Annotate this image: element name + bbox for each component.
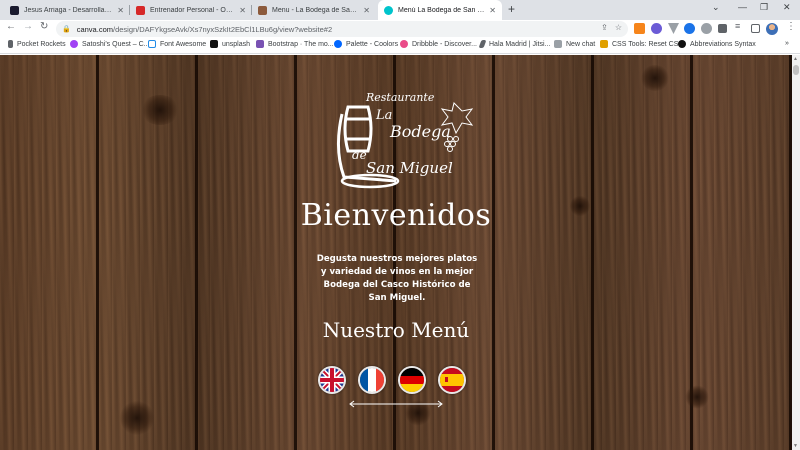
wood-knot: [140, 95, 180, 125]
bookmark-satoshis-quest[interactable]: Satoshi's Quest – C...: [70, 40, 149, 48]
logo-san-miguel-text: San Miguel: [366, 159, 453, 177]
language-selector: [318, 366, 470, 394]
tab-favicon-icon: [258, 5, 267, 15]
tab-2[interactable]: Entrenador Personal - Online - Fit ✕: [130, 0, 252, 20]
dribbble-icon: [400, 40, 408, 48]
scrollbar-thumb[interactable]: [793, 65, 799, 75]
jitsi-icon: [478, 40, 487, 48]
tab-title: Menú La Bodega de San Miguel: [398, 6, 485, 14]
avatar[interactable]: [766, 23, 778, 35]
uk-flag-icon[interactable]: [318, 366, 346, 394]
wood-knot: [685, 385, 709, 409]
bookmark-pocket-rockets[interactable]: Pocket Rockets: [8, 40, 66, 48]
welcome-heading: Bienvenidos: [300, 198, 492, 233]
extension-icon[interactable]: [684, 23, 695, 34]
bookmark-abbreviations[interactable]: Abbreviations Syntax: [678, 40, 756, 48]
more-bookmarks-icon[interactable]: »: [785, 40, 789, 47]
barrel-icon: [343, 105, 373, 153]
minimize-icon[interactable]: —: [738, 2, 747, 12]
bookmark-new-chat[interactable]: New chat: [554, 40, 595, 48]
scroll-up-icon[interactable]: ▲: [793, 56, 798, 62]
website-page: Restaurante La Bodega de San Miguel Bien…: [0, 55, 792, 450]
bookmark-bootstrap[interactable]: Bootstrap · The mo...: [256, 40, 334, 48]
chat-icon: [554, 40, 562, 48]
close-tab-icon[interactable]: ✕: [363, 6, 370, 15]
coolors-icon: [334, 40, 342, 48]
vue-devtools-icon[interactable]: [668, 23, 679, 34]
logo-de-text: de: [352, 148, 367, 162]
more-menu-icon[interactable]: ⋮: [786, 21, 796, 32]
bookmark-css-tools[interactable]: CSS Tools: Reset CSS: [600, 40, 683, 48]
side-panel-icon[interactable]: [751, 24, 760, 33]
menu-heading: Nuestro Menú: [322, 318, 470, 342]
bookmark-dribbble[interactable]: Dribbble - Discover...: [400, 40, 477, 48]
address-bar[interactable]: 🔒 canva.com/design/DAFYkgseAvk/Xs7nyxSzk…: [56, 21, 628, 37]
tab-3[interactable]: Menu - La Bodega de San Miguel ✕: [252, 0, 376, 20]
close-tab-icon[interactable]: ✕: [117, 6, 124, 15]
spain-flag-icon[interactable]: [438, 366, 466, 394]
bookmark-unsplash[interactable]: unsplash: [210, 40, 250, 48]
page-scrollbar[interactable]: ▲ ▼: [792, 55, 800, 450]
abbreviations-icon: [678, 40, 686, 48]
unsplash-icon: [210, 40, 218, 48]
share-icon[interactable]: ⇪: [601, 23, 608, 32]
wood-knot: [640, 65, 670, 91]
tab-favicon-icon: [136, 5, 145, 15]
back-icon[interactable]: ←: [6, 21, 16, 32]
reading-list-icon[interactable]: ≡: [735, 21, 746, 32]
swipe-arrow-icon: [349, 400, 443, 408]
browser-toolbar: ← → ↻ 🔒 canva.com/design/DAFYkgseAvk/Xs7…: [0, 20, 800, 38]
forward-icon[interactable]: →: [23, 21, 33, 32]
rocket-icon: [8, 40, 13, 48]
flag-icon: [148, 40, 156, 48]
close-window-icon[interactable]: ✕: [783, 2, 791, 13]
tagline-text: Degusta nuestros mejores platos y varied…: [316, 254, 478, 303]
close-tab-icon[interactable]: ✕: [239, 6, 246, 15]
css-tools-icon: [600, 40, 608, 48]
extension-icon[interactable]: [651, 23, 662, 34]
tab-strip: Jesus Arriaga - Desarrollador Fro ✕ Entr…: [0, 0, 800, 20]
tab-1[interactable]: Jesus Arriaga - Desarrollador Fro ✕: [4, 0, 130, 20]
lock-icon[interactable]: 🔒: [62, 25, 71, 33]
metamask-extension-icon[interactable]: [634, 23, 645, 34]
germany-flag-icon[interactable]: [398, 366, 426, 394]
wood-knot: [120, 400, 154, 436]
tab-title: Entrenador Personal - Online - Fit: [150, 6, 235, 14]
bookmark-star-icon[interactable]: ☆: [615, 23, 622, 32]
tab-title: Menu - La Bodega de San Miguel: [272, 6, 359, 14]
france-flag-icon[interactable]: [358, 366, 386, 394]
bookmark-coolors[interactable]: Palette - Coolors: [334, 40, 398, 48]
bootstrap-icon: [256, 40, 264, 48]
url-text: canva.com/design/DAFYkgseAvk/Xs7nyxSzkIt…: [76, 24, 333, 34]
logo-restaurante-text: Restaurante: [365, 91, 435, 104]
canva-favicon-icon: [384, 5, 393, 15]
reload-icon[interactable]: ↻: [40, 21, 48, 32]
logo-la-text: La: [375, 108, 392, 123]
tab-favicon-icon: [10, 5, 19, 15]
bookmark-hala-madrid[interactable]: Hala Madrid | Jitsi...: [478, 40, 550, 48]
bookmarks-bar: Pocket Rockets Satoshi's Quest – C... Fo…: [0, 38, 800, 54]
satoshi-icon: [70, 40, 78, 48]
extension-icon[interactable]: [701, 23, 712, 34]
maximize-icon[interactable]: ❐: [760, 2, 768, 13]
tab-4-active[interactable]: Menú La Bodega de San Miguel ✕: [378, 0, 502, 20]
plus-icon[interactable]: +: [508, 2, 515, 16]
tab-search-icon[interactable]: ⌄: [712, 2, 720, 13]
puzzle-extensions-icon[interactable]: [718, 24, 727, 33]
scroll-down-icon[interactable]: ▼: [793, 443, 798, 449]
close-tab-icon[interactable]: ✕: [489, 6, 496, 15]
restaurant-logo: Restaurante La Bodega de San Miguel: [336, 91, 474, 189]
tab-title: Jesus Arriaga - Desarrollador Fro: [24, 6, 114, 14]
bookmark-font-awesome[interactable]: Font Awesome: [148, 40, 206, 48]
